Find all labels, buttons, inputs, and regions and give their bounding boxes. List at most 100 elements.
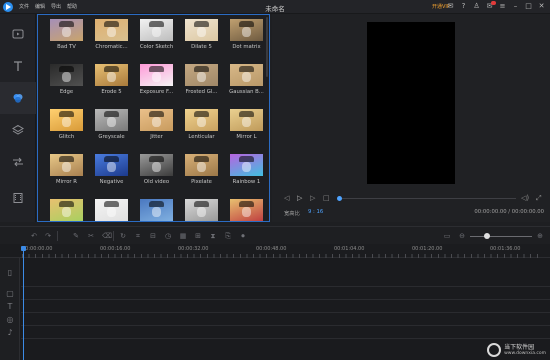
effect-tile[interactable]: Dot matrix	[224, 19, 269, 55]
track-separator	[21, 286, 550, 287]
mosaic-icon[interactable]: ▦	[179, 232, 187, 240]
rail-filters[interactable]	[0, 82, 36, 114]
track-separator	[21, 312, 550, 313]
effect-tile[interactable]: Gaussian B...	[224, 64, 269, 100]
message-icon[interactable]: ✉	[446, 2, 455, 11]
effect-label: Edge	[59, 89, 74, 95]
screenshot-icon[interactable]: ▭	[443, 232, 451, 240]
rotate-icon[interactable]: ↻	[119, 232, 127, 240]
effect-tile[interactable]: Glitch	[44, 109, 89, 145]
timeline-ruler[interactable]: 00:00:00.00 00:00:16.00 00:00:32.00 00:0…	[0, 244, 550, 258]
user-icon[interactable]: ♙	[472, 2, 481, 11]
thumbnail-face	[197, 207, 206, 217]
split-icon[interactable]: ⊟	[149, 232, 157, 240]
rail-media[interactable]	[0, 18, 36, 50]
effect-tile[interactable]: Bad TV	[44, 19, 89, 55]
effect-tile[interactable]	[134, 199, 179, 221]
edit-icon[interactable]: ✎	[72, 232, 80, 240]
effect-tile[interactable]	[44, 199, 89, 221]
play-icon[interactable]: ▷	[297, 194, 302, 203]
duration-icon[interactable]: ⧗	[209, 232, 217, 240]
effect-tile[interactable]: Mirror L	[224, 109, 269, 145]
menu-icon[interactable]: ≡	[498, 2, 507, 11]
effect-label: Glitch	[58, 134, 75, 140]
thumbnail-face	[152, 27, 161, 37]
zoom-slider[interactable]	[470, 236, 532, 237]
titlebar-icons: ✉ ? ♙ ✉ ≡ – □ ✕	[446, 1, 546, 11]
menu-edit[interactable]: 编辑	[35, 3, 45, 10]
zoom-slider-handle[interactable]	[484, 233, 490, 239]
effect-tile[interactable]: Edge	[44, 64, 89, 100]
zoom-out-icon[interactable]: ⊖	[458, 232, 466, 240]
thumbnail-face	[152, 117, 161, 127]
filters-icon	[13, 94, 23, 103]
cut-icon[interactable]: ✂	[87, 232, 95, 240]
effect-tile[interactable]: Chromatic...	[89, 19, 134, 55]
preview-panel: ◁ ▷ ▷ □ ◁) ⤢ 宽高比 9 : 16 00:00:00.00 / 00…	[272, 14, 550, 222]
effect-tile[interactable]: Mirror R	[44, 154, 89, 190]
effect-tile[interactable]: Lenticular	[179, 109, 224, 145]
detach-icon[interactable]: ⎘	[224, 232, 232, 240]
crop-icon[interactable]: ⌗	[134, 232, 142, 240]
effect-tile[interactable]	[179, 199, 224, 221]
effect-tile[interactable]	[224, 199, 269, 221]
rail-film[interactable]	[0, 182, 36, 214]
menu-export[interactable]: 导出	[51, 3, 61, 10]
effect-label: Mirror L	[236, 134, 257, 140]
aspect-ratio-label: 宽高比	[284, 211, 300, 217]
effect-label: Jitter	[150, 134, 163, 140]
effect-tile[interactable]	[89, 199, 134, 221]
timeline-toolbar: ↶ ↷ ✎ ✂ ⌫ ↻ ⌗ ⊟ ◷ ▦ ⊞ ⧗ ⎘ ⏺ ▭ ⊖ ⊕	[0, 226, 550, 244]
effect-tile[interactable]: Jitter	[134, 109, 179, 145]
seek-bar[interactable]	[338, 198, 516, 199]
freeze-icon[interactable]: ⊞	[194, 232, 202, 240]
undo-icon[interactable]: ↶	[30, 232, 38, 240]
effect-tile[interactable]: Greyscale	[89, 109, 134, 145]
effect-tile[interactable]: Exposure F...	[134, 64, 179, 100]
filter-track-icon: ◎	[6, 315, 14, 324]
effect-tile[interactable]: Rainbow 1	[224, 154, 269, 190]
next-frame-icon[interactable]: ▷	[310, 194, 315, 203]
menu-help[interactable]: 帮助	[67, 3, 77, 10]
volume-icon[interactable]: ◁)	[521, 194, 529, 203]
minimize-icon[interactable]: –	[511, 2, 520, 11]
prev-frame-icon[interactable]: ◁	[284, 194, 289, 203]
video-track-icon: ▯	[7, 268, 13, 277]
thumbnail-face	[197, 72, 206, 82]
seek-handle[interactable]	[337, 196, 342, 201]
effect-tile[interactable]: Color Sketch	[134, 19, 179, 55]
thumbnail-face	[62, 27, 71, 37]
watermark: 当下软件园 www.downxia.com	[487, 343, 546, 357]
effect-tile[interactable]: Pixelate	[179, 154, 224, 190]
effect-label: Negative	[99, 179, 124, 185]
effect-tile[interactable]: Old video	[134, 154, 179, 190]
effects-scrollbar[interactable]	[266, 17, 268, 77]
speed-icon[interactable]: ◷	[164, 232, 172, 240]
close-icon[interactable]: ✕	[537, 2, 546, 11]
fullscreen-icon[interactable]: ⤢	[536, 194, 542, 203]
effect-tile[interactable]: Dilate 5	[179, 19, 224, 55]
record-icon[interactable]: ⏺	[239, 232, 247, 240]
rail-overlays[interactable]	[0, 114, 36, 146]
delete-icon[interactable]: ⌫	[102, 232, 112, 240]
effect-label: Greyscale	[98, 134, 125, 140]
notification-icon[interactable]: ✉	[485, 1, 496, 11]
question-icon[interactable]: ?	[459, 2, 468, 11]
thumbnail-face	[242, 72, 251, 82]
effect-tile[interactable]: Erode 5	[89, 64, 134, 100]
maximize-icon[interactable]: □	[524, 2, 533, 11]
menu-file[interactable]: 文件	[19, 3, 29, 10]
ruler-label: 00:00:16.00	[100, 246, 131, 252]
toolbar-divider	[113, 231, 114, 241]
playhead[interactable]	[21, 246, 26, 360]
aspect-ratio-value[interactable]: 9 : 16	[308, 209, 323, 215]
zoom-in-icon[interactable]: ⊕	[536, 232, 544, 240]
effect-label: Erode 5	[101, 89, 122, 95]
effect-tile[interactable]: Negative	[89, 154, 134, 190]
stop-icon[interactable]: □	[323, 194, 330, 203]
rail-transitions[interactable]	[0, 146, 36, 178]
rail-text[interactable]	[0, 50, 36, 82]
redo-icon[interactable]: ↷	[44, 232, 52, 240]
effect-thumbnail	[50, 19, 83, 41]
effect-tile[interactable]: Frosted Gl...	[179, 64, 224, 100]
